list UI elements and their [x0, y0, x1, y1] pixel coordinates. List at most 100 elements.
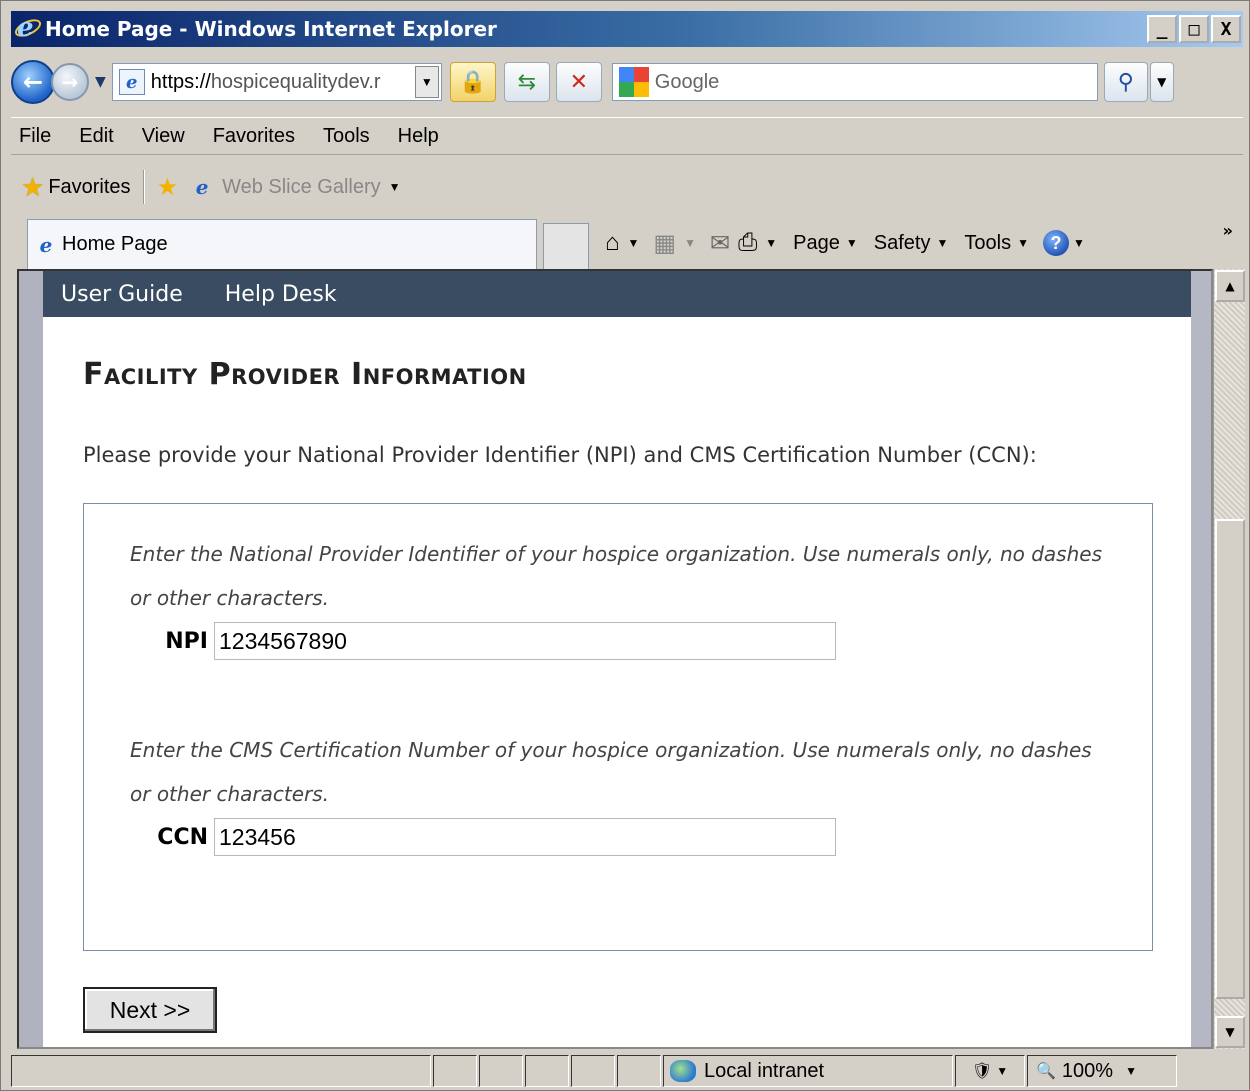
- search-options-dropdown[interactable]: ▼: [1149, 62, 1174, 102]
- user-guide-link[interactable]: User Guide: [61, 282, 183, 307]
- search-placeholder: Google: [654, 70, 720, 93]
- url-protocol: https://: [150, 70, 211, 93]
- home-icon[interactable]: ⌂: [605, 229, 620, 257]
- browser-window: e Home Page - Windows Internet Explorer …: [0, 0, 1250, 1091]
- arrow-right-icon: →: [61, 70, 79, 94]
- navigation-bar: ← → ▼ e https:// hospicequalitydev.r ▼ 🔒…: [11, 53, 1243, 111]
- menu-view[interactable]: View: [142, 125, 185, 148]
- menu-tools[interactable]: Tools: [323, 125, 370, 148]
- page-icon: e: [118, 69, 145, 95]
- feeds-icon[interactable]: ▦: [653, 229, 676, 258]
- zoom-control[interactable]: 🔍 100% ▼: [1027, 1055, 1177, 1087]
- title-bar: e Home Page - Windows Internet Explorer …: [11, 11, 1243, 47]
- mail-icon[interactable]: ✉: [710, 229, 730, 258]
- security-lock-button[interactable]: 🔒: [449, 62, 496, 102]
- maximize-button[interactable]: □: [1179, 15, 1209, 43]
- favorites-star-icon: ★: [21, 171, 45, 202]
- ie-logo-icon: e: [12, 13, 44, 43]
- print-icon[interactable]: ⎙: [738, 229, 757, 257]
- tab-home-page[interactable]: e Home Page: [27, 219, 537, 269]
- safety-menu-caret[interactable]: ▼: [936, 236, 948, 250]
- protected-mode-cell[interactable]: 🛡 ▼: [955, 1055, 1025, 1087]
- minimize-button[interactable]: _: [1147, 15, 1177, 43]
- home-dropdown[interactable]: ▼: [628, 236, 640, 250]
- address-bar[interactable]: e https:// hospicequalitydev.r ▼: [111, 63, 442, 101]
- scroll-up-button[interactable]: ▲: [1215, 270, 1245, 302]
- safety-menu[interactable]: Safety: [874, 232, 931, 255]
- npi-instructions: Enter the National Provider Identifier o…: [130, 542, 1102, 610]
- favorites-bar: ★ Favorites ★ e Web Slice Gallery ▼: [11, 161, 1243, 213]
- status-cell-5: [617, 1055, 661, 1087]
- npi-input[interactable]: 1234567890: [214, 622, 836, 660]
- tools-menu-caret[interactable]: ▼: [1017, 236, 1029, 250]
- page-left-margin: [19, 271, 43, 1047]
- provider-form: Enter the National Provider Identifier o…: [83, 503, 1153, 951]
- intranet-globe-icon: [670, 1060, 696, 1082]
- security-zone[interactable]: Local intranet: [663, 1055, 953, 1087]
- scroll-thumb[interactable]: [1215, 519, 1245, 999]
- menu-file[interactable]: File: [19, 125, 51, 148]
- page-menu-caret[interactable]: ▼: [846, 236, 858, 250]
- search-button[interactable]: ⚲: [1103, 62, 1148, 102]
- tab-title: Home Page: [62, 233, 168, 255]
- security-zone-label: Local intranet: [704, 1059, 825, 1082]
- menu-edit[interactable]: Edit: [79, 125, 113, 148]
- new-tab-button[interactable]: [543, 223, 589, 269]
- status-bar: Local intranet 🛡 ▼ 🔍 100% ▼: [11, 1053, 1243, 1089]
- zoom-dropdown: ▼: [1125, 1064, 1137, 1078]
- help-dropdown[interactable]: ▼: [1073, 236, 1085, 250]
- back-button[interactable]: ←: [11, 60, 55, 104]
- tab-ie-icon: e: [39, 232, 53, 257]
- zoom-icon: 🔍: [1036, 1063, 1056, 1080]
- menu-help[interactable]: Help: [398, 125, 439, 148]
- menu-favorites[interactable]: Favorites: [213, 125, 295, 148]
- chevron-down-icon[interactable]: ▼: [389, 180, 401, 194]
- forward-button[interactable]: →: [51, 63, 89, 101]
- stop-icon: ✕: [569, 69, 588, 95]
- site-nav: User Guide Help Desk: [43, 271, 1191, 317]
- window-title: Home Page - Windows Internet Explorer: [45, 17, 497, 41]
- print-dropdown[interactable]: ▼: [765, 236, 777, 250]
- search-input[interactable]: Google: [611, 63, 1098, 101]
- page-menu[interactable]: Page: [793, 232, 840, 255]
- google-icon: [618, 67, 649, 97]
- npi-label: NPI: [165, 628, 208, 654]
- tab-row: e Home Page ⌂ ▼ ▦ ▼ ✉ ⎙ ▼ Page ▼ Safety …: [11, 217, 1243, 269]
- protected-mode-icon: 🛡: [971, 1063, 993, 1080]
- web-slice-icon: e: [195, 175, 209, 199]
- ccn-instructions: Enter the CMS Certification Number of yo…: [130, 738, 1092, 806]
- ccn-row: CCN 123456: [152, 818, 836, 856]
- status-cell-3: [525, 1055, 569, 1087]
- tools-menu[interactable]: Tools: [964, 232, 1011, 255]
- add-to-favorites-icon[interactable]: ★: [157, 173, 179, 202]
- web-slice-gallery-link[interactable]: Web Slice Gallery: [222, 176, 381, 199]
- protected-mode-dropdown: ▼: [996, 1064, 1009, 1078]
- status-text-cell: [11, 1055, 431, 1087]
- close-button[interactable]: X: [1211, 15, 1241, 43]
- refresh-button[interactable]: ⇆: [503, 62, 550, 102]
- scroll-down-button[interactable]: ▼: [1215, 1016, 1245, 1048]
- content-viewport: User Guide Help Desk Facility Provider I…: [17, 269, 1213, 1049]
- help-desk-link[interactable]: Help Desk: [225, 282, 337, 307]
- help-icon[interactable]: ?: [1042, 230, 1069, 256]
- status-cell-4: [571, 1055, 615, 1087]
- ccn-label: CCN: [157, 824, 208, 850]
- next-button[interactable]: Next >>: [83, 987, 217, 1033]
- lock-icon: 🔒: [459, 69, 487, 95]
- zoom-level: 100%: [1061, 1059, 1114, 1082]
- vertical-scrollbar[interactable]: ▲ ▼: [1213, 269, 1245, 1049]
- arrow-left-icon: ←: [22, 68, 44, 96]
- stop-button[interactable]: ✕: [555, 62, 602, 102]
- status-cell-2: [479, 1055, 523, 1087]
- feeds-dropdown[interactable]: ▼: [684, 236, 696, 250]
- favorites-button[interactable]: Favorites: [48, 176, 130, 199]
- more-commands-chevron-icon[interactable]: »: [1223, 221, 1233, 240]
- recent-pages-dropdown[interactable]: ▼: [95, 74, 106, 90]
- refresh-icon: ⇆: [517, 69, 536, 95]
- web-page: User Guide Help Desk Facility Provider I…: [43, 271, 1191, 1047]
- command-bar: ⌂ ▼ ▦ ▼ ✉ ⎙ ▼ Page ▼ Safety ▼ Tools ▼ ? …: [605, 217, 1099, 269]
- menu-bar: File Edit View Favorites Tools Help: [11, 117, 1243, 155]
- ccn-input[interactable]: 123456: [214, 818, 836, 856]
- url-host: hospicequalitydev.r: [210, 70, 381, 93]
- address-dropdown[interactable]: ▼: [414, 66, 439, 98]
